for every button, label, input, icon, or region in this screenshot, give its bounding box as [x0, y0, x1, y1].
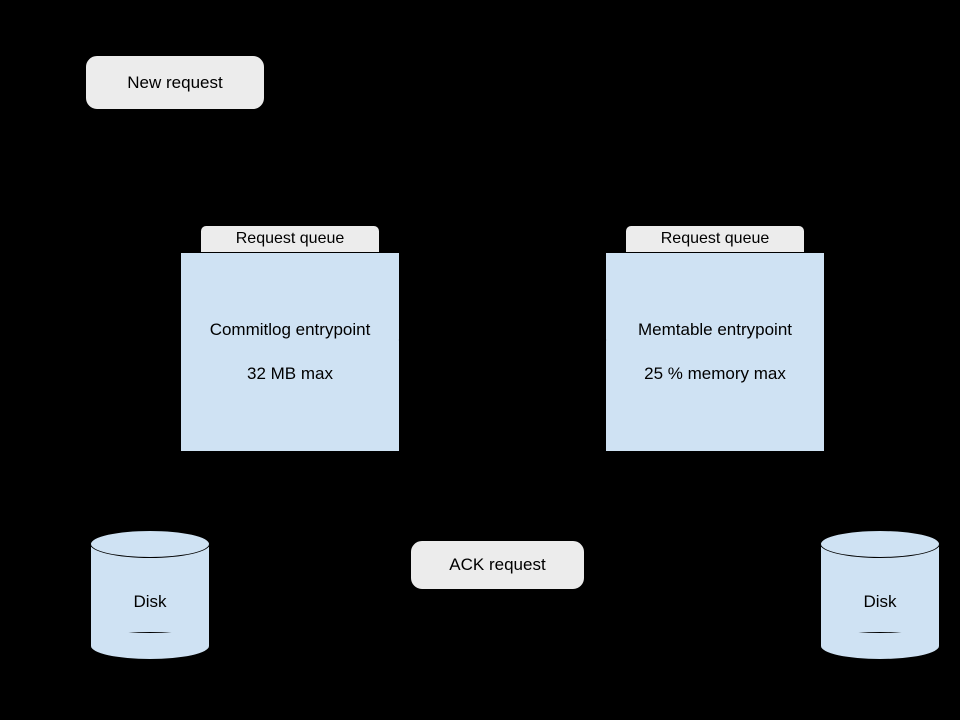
commitlog-queue-body: Commitlog entrypoint 32 MB max	[180, 252, 400, 452]
disk-left-label: Disk	[90, 592, 210, 612]
ack-request-label: ACK request	[449, 555, 545, 575]
edge-newrequest-to-commitlog	[175, 110, 290, 222]
disk-right: Disk	[820, 530, 940, 660]
commitlog-queue-header: Request queue	[200, 225, 380, 252]
ack-request-node: ACK request	[410, 540, 585, 590]
memtable-limit: 25 % memory max	[644, 364, 786, 384]
new-request-label: New request	[127, 73, 222, 93]
disk-left: Disk	[90, 530, 210, 660]
edge-memtable-to-ack	[535, 455, 715, 538]
edge-memtable-to-disk	[780, 455, 880, 527]
commitlog-queue: Request queue Commitlog entrypoint 32 MB…	[180, 225, 400, 452]
memtable-queue: Request queue Memtable entrypoint 25 % m…	[605, 225, 825, 452]
disk-right-label: Disk	[820, 592, 940, 612]
edge-commitlog-to-ack	[290, 455, 460, 538]
memtable-queue-body: Memtable entrypoint 25 % memory max	[605, 252, 825, 452]
memtable-title: Memtable entrypoint	[638, 320, 792, 340]
commitlog-title: Commitlog entrypoint	[210, 320, 371, 340]
edge-commitlog-to-disk	[150, 455, 225, 527]
commitlog-limit: 32 MB max	[247, 364, 333, 384]
memtable-queue-header: Request queue	[625, 225, 805, 252]
new-request-node: New request	[85, 55, 265, 110]
